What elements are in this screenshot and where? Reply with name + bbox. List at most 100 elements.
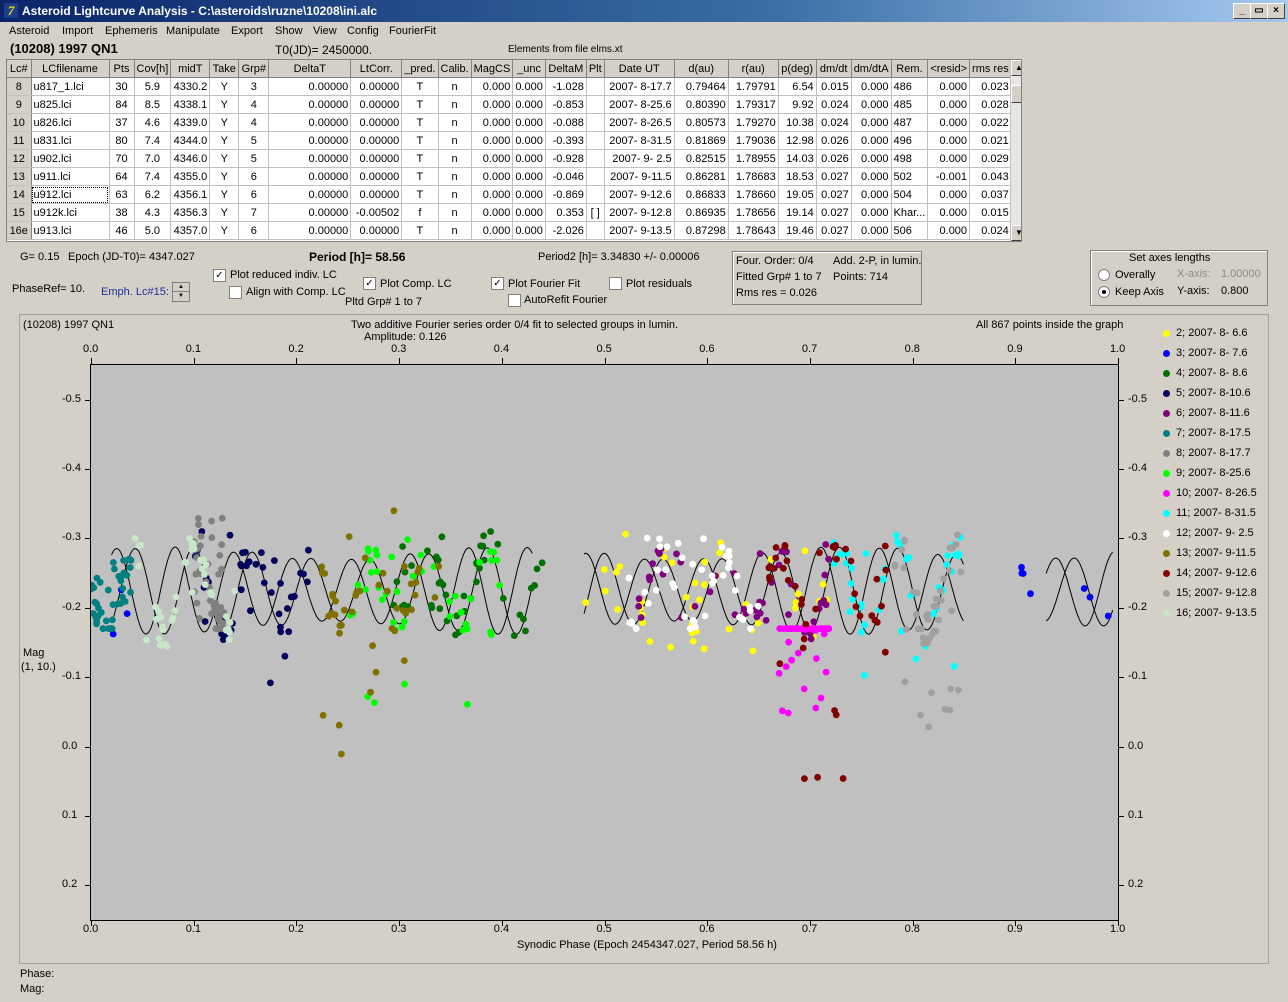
minimize-button[interactable]: _ [1233,3,1251,19]
table-cell[interactable]: 14.03 [778,149,817,168]
column-header[interactable]: DeltaT [268,60,352,78]
table-cell[interactable]: T [401,77,439,96]
table-cell[interactable]: 502 [891,167,929,186]
table-cell[interactable]: 0.027 [816,167,852,186]
table-cell[interactable]: 11 [7,131,32,150]
table-cell[interactable]: -0.853 [545,95,587,114]
table-cell[interactable]: 0.00000 [268,203,352,222]
table-cell[interactable]: 0.000 [471,149,514,168]
table-cell[interactable]: 0.000 [471,95,514,114]
table-cell[interactable]: 0.00000 [268,113,352,132]
table-cell[interactable]: Y [209,203,240,222]
column-header[interactable]: r(au) [728,60,779,78]
column-header[interactable]: _pred. [401,60,439,78]
table-cell[interactable]: 0.000 [512,167,546,186]
scroll-down-button[interactable]: ▼ [1011,225,1021,241]
table-cell[interactable]: 0.00000 [268,95,352,114]
table-cell[interactable]: 80 [109,131,135,150]
table-cell[interactable]: 0.027 [816,185,852,204]
table-cell[interactable]: u912k.lci [31,203,110,222]
table-row[interactable]: 16e u913.lci 46 5.0 4357.0 Y 6 0.00000 0.00000 Tn… [7,221,1012,240]
table-cell[interactable]: n [438,149,472,168]
table-cell[interactable]: 0.000 [512,95,546,114]
table-cell[interactable]: 0.000 [471,203,514,222]
table-cell[interactable]: 4 [238,95,270,114]
table-cell[interactable]: 0.000 [851,131,892,150]
table-cell[interactable]: 37 [109,113,135,132]
table-cell[interactable]: 2007- 8-26.5 [604,113,675,132]
table-cell[interactable]: 7.0 [134,149,172,168]
plot-reduced-checkbox[interactable]: ✓ [213,269,226,282]
table-cell[interactable]: [ ] [586,203,605,222]
table-cell[interactable]: n [438,77,472,96]
table-cell[interactable]: 5 [238,149,270,168]
table-cell[interactable]: Y [209,185,240,204]
menu-manipulate[interactable]: Manipulate [166,25,220,37]
table-cell[interactable]: -0.869 [545,185,587,204]
table-cell[interactable]: 0.000 [927,185,971,204]
table-cell[interactable]: 1.79791 [728,77,779,96]
table-cell[interactable]: 487 [891,113,929,132]
table-cell[interactable]: 4356.3 [170,203,211,222]
table-cell[interactable]: 0.000 [512,203,546,222]
table-cell[interactable]: 0.000 [927,149,971,168]
table-cell[interactable]: 0.015 [969,203,1012,222]
table-cell[interactable]: 19.14 [778,203,817,222]
table-cell[interactable]: -0.001 [927,167,971,186]
table-cell[interactable]: 0.00000 [268,221,352,240]
table-cell[interactable]: 0.79464 [674,77,729,96]
table-cell[interactable]: 12 [7,149,32,168]
table-cell[interactable]: 0.000 [512,77,546,96]
table-cell[interactable]: n [438,167,472,186]
table-cell[interactable]: 1.78955 [728,149,779,168]
table-cell[interactable]: 0.024 [969,221,1012,240]
table-cell[interactable]: 0.000 [851,77,892,96]
column-header[interactable]: _unc [512,60,546,78]
table-cell[interactable]: 0.000 [851,203,892,222]
table-cell[interactable]: 6 [238,221,270,240]
table-cell[interactable]: Y [209,77,240,96]
menu-ephemeris[interactable]: Ephemeris [105,25,158,37]
table-cell[interactable]: n [438,95,472,114]
plot-fourier-checkbox[interactable]: ✓ [491,277,504,290]
column-header[interactable]: <resid> [927,60,971,78]
column-header[interactable]: DeltaM [545,60,587,78]
table-cell[interactable]: T [401,149,439,168]
table-cell[interactable]: 0.000 [927,131,971,150]
table-cell[interactable]: 0.027 [816,203,852,222]
column-header[interactable]: rms res [969,60,1012,78]
menu-show[interactable]: Show [275,25,303,37]
table-cell[interactable]: -2.026 [545,221,587,240]
table-cell[interactable]: 0.80573 [674,113,729,132]
menu-asteroid[interactable]: Asteroid [9,25,49,37]
column-header[interactable]: dm/dt [816,60,852,78]
table-cell[interactable]: 0.86935 [674,203,729,222]
lightcurve-plot-area[interactable] [87,364,1119,921]
column-header[interactable]: LCfilename [31,60,110,78]
table-cell[interactable]: 0.000 [471,221,514,240]
table-cell[interactable]: 498 [891,149,929,168]
table-cell[interactable]: 1.78660 [728,185,779,204]
table-cell[interactable]: 0.022 [969,113,1012,132]
table-cell[interactable]: 70 [109,149,135,168]
table-cell[interactable]: 485 [891,95,929,114]
table-cell[interactable]: 0.000 [471,131,514,150]
table-cell[interactable]: u911.lci [31,167,110,186]
table-cell[interactable]: 6 [238,167,270,186]
restore-button[interactable]: ▭ [1250,3,1268,19]
table-cell[interactable]: 0.026 [816,149,852,168]
table-cell[interactable]: 1.79317 [728,95,779,114]
menu-import[interactable]: Import [62,25,93,37]
table-cell[interactable]: 2007- 9- 2.5 [604,149,675,168]
table-cell[interactable]: 0.000 [927,77,971,96]
table-cell[interactable]: 0.81869 [674,131,729,150]
column-header[interactable]: LtCorr. [350,60,403,78]
table-cell[interactable]: 506 [891,221,929,240]
table-cell[interactable]: 14 [7,185,32,204]
table-cell[interactable] [586,167,605,186]
table-cell[interactable]: 0.024 [816,113,852,132]
table-cell[interactable]: 0.026 [816,131,852,150]
table-cell[interactable]: 0.000 [851,113,892,132]
table-cell[interactable]: u817_1.lci [31,77,110,96]
table-cell[interactable]: -0.046 [545,167,587,186]
